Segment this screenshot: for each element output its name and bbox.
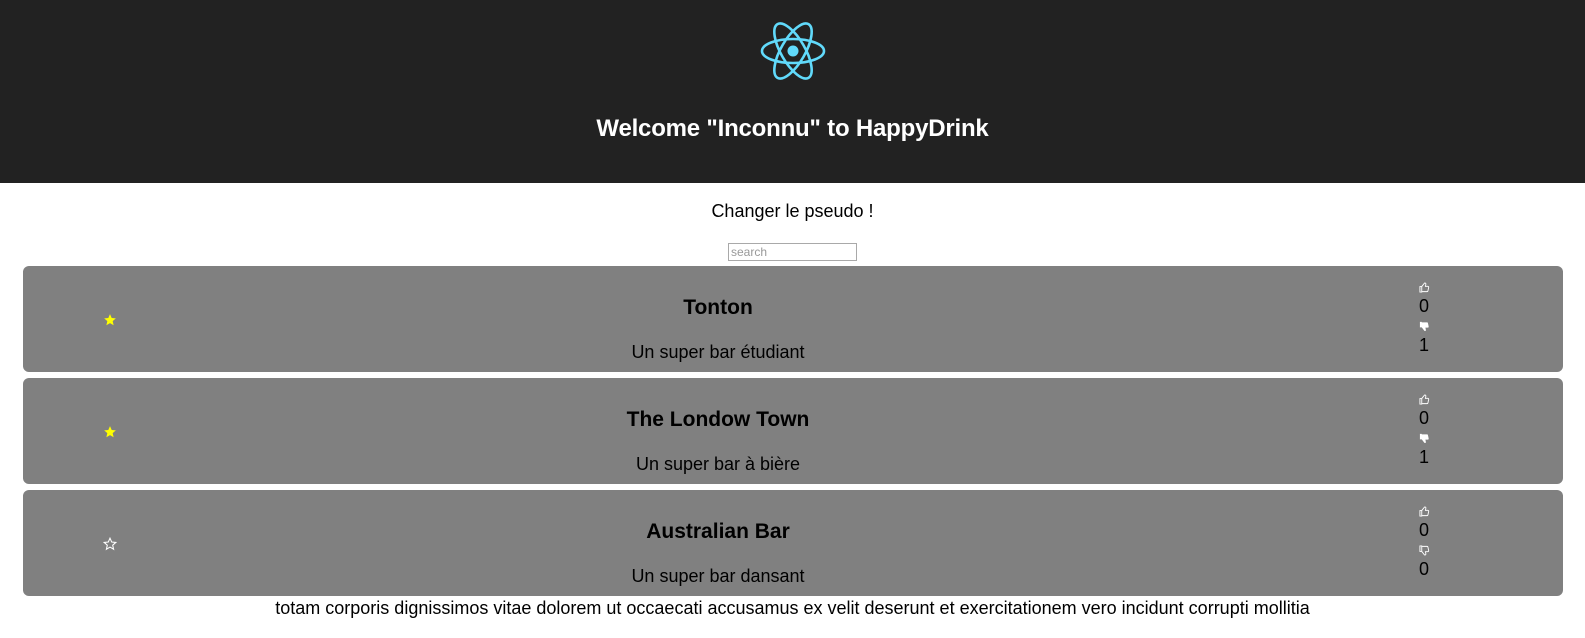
thumbs-down-outline-icon[interactable] xyxy=(1419,545,1430,556)
bar-name: Australian Bar xyxy=(646,520,790,543)
footer-text: totam corporis dignissimos vitae dolorem… xyxy=(275,598,1310,618)
app-header: Welcome "Inconnu" to HappyDrink xyxy=(0,0,1585,183)
like-count: 0 xyxy=(1418,296,1429,316)
bar-name: Tonton xyxy=(683,296,753,319)
change-pseudo-link[interactable]: Changer le pseudo ! xyxy=(0,201,1585,222)
thumbs-up-outline-icon[interactable] xyxy=(1419,394,1430,405)
thumbs-down-filled-icon[interactable] xyxy=(1419,433,1430,444)
dislike-count: 1 xyxy=(1418,447,1429,467)
bar-description: Un super bar étudiant xyxy=(631,342,805,362)
like-count: 0 xyxy=(1418,520,1429,540)
bar-card[interactable]: Australian Bar Un super bar dansant 0 0 xyxy=(23,490,1563,596)
dislike-count: 0 xyxy=(1418,559,1429,579)
welcome-title: Welcome "Inconnu" to HappyDrink xyxy=(596,115,989,142)
like-count: 0 xyxy=(1418,408,1429,428)
bar-card[interactable]: Tonton Un super bar étudiant 0 1 xyxy=(23,266,1563,372)
thumbs-up-outline-icon[interactable] xyxy=(1419,506,1430,517)
react-logo-icon xyxy=(760,22,826,80)
bar-description: Un super bar dansant xyxy=(631,566,805,586)
search-input[interactable] xyxy=(728,243,857,261)
dislike-count: 1 xyxy=(1418,335,1429,355)
bar-description: Un super bar à bière xyxy=(635,454,801,474)
thumbs-up-outline-icon[interactable] xyxy=(1419,282,1430,293)
bar-name: The Londow Town xyxy=(626,408,810,431)
thumbs-down-filled-icon[interactable] xyxy=(1419,321,1430,332)
bar-card[interactable]: The Londow Town Un super bar à bière 0 1 xyxy=(23,378,1563,484)
